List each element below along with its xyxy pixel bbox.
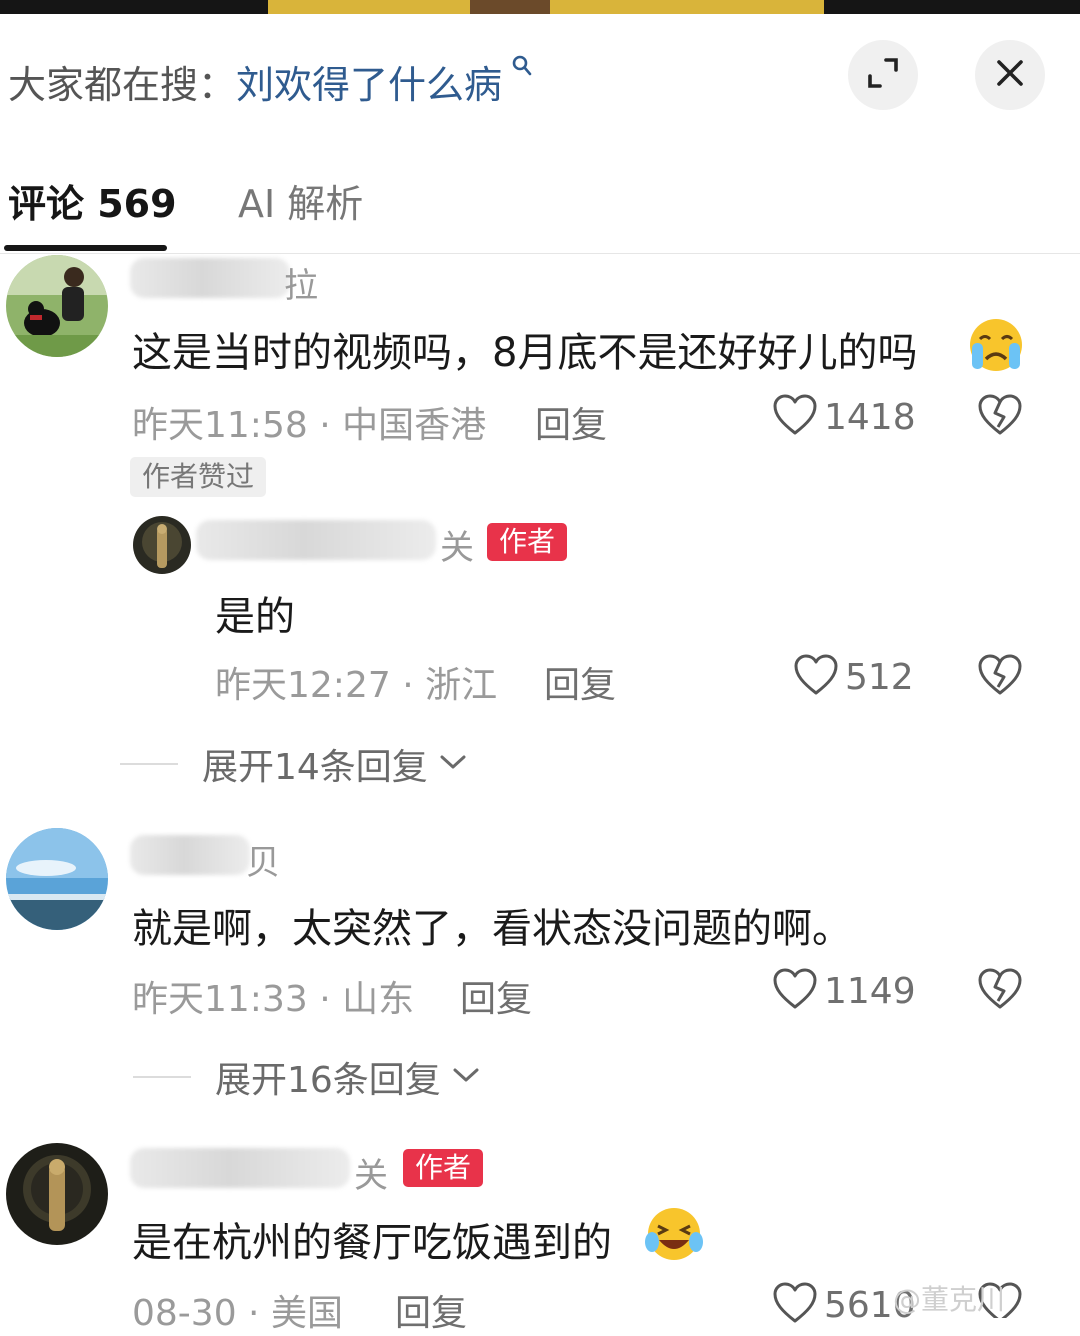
close-button[interactable]: [975, 40, 1045, 110]
search-icon: [504, 55, 533, 86]
author-liked-tag: 作者赞过: [130, 457, 267, 497]
heart-icon: [772, 393, 818, 441]
search-query-link[interactable]: 刘欢得了什么病: [236, 63, 502, 107]
comment-time-location: 昨天11:58 · 中国香港: [132, 405, 487, 446]
reply-text: 是的: [215, 594, 295, 640]
dislike-broken-heart-icon[interactable]: [977, 393, 1023, 441]
comment-time-location: 昨天11:33 · 山东: [132, 979, 415, 1020]
expand-replies-label: 展开16条回复: [215, 1060, 441, 1101]
video-preview-dark: [470, 0, 550, 14]
username-blurred: [130, 258, 290, 298]
tab-active-indicator: [4, 245, 167, 251]
username-tail: 贝: [246, 843, 280, 883]
username-tail: 关: [354, 1156, 388, 1196]
comment-text: 这是当时的视频吗，8月底不是还好好儿的吗: [132, 330, 918, 376]
expand-button[interactable]: [848, 40, 918, 110]
divider-line: [133, 1076, 191, 1078]
username-tail: 关: [440, 528, 474, 568]
like-count: 1149: [824, 970, 916, 1012]
like-button[interactable]: 1149: [772, 967, 916, 1015]
comment-time-location: 08-30 · 美国: [132, 1293, 343, 1334]
comment-text: 是在杭州的餐厅吃饭遇到的: [132, 1220, 612, 1266]
reply-button[interactable]: 回复: [395, 1284, 467, 1336]
divider-line: [120, 763, 178, 765]
like-button[interactable]: 1418: [772, 393, 916, 441]
avatar[interactable]: [6, 828, 108, 930]
username-blurred: [130, 1148, 350, 1188]
watermark-text: @董克川: [893, 1283, 1006, 1316]
expand-replies-button[interactable]: 展开14条回复: [120, 738, 468, 790]
comment-text: 就是啊，太突然了，看状态没问题的啊。: [132, 906, 852, 952]
like-count: 1418: [824, 396, 916, 438]
close-icon: [995, 58, 1025, 92]
reply-button[interactable]: 回复: [535, 396, 607, 448]
username-blurred: [196, 520, 436, 560]
expand-icon: [866, 56, 900, 94]
like-button[interactable]: 512: [793, 653, 914, 701]
chevron-down-icon: [438, 752, 468, 776]
laughing-tears-emoji-icon: [645, 1208, 703, 1260]
author-badge: 作者: [403, 1149, 484, 1187]
reply-button[interactable]: 回复: [460, 970, 532, 1022]
author-badge: 作者: [487, 523, 568, 561]
crying-emoji-icon: [970, 319, 1022, 371]
heart-icon: [772, 967, 818, 1015]
tab-comments[interactable]: 评论 569: [8, 173, 177, 228]
tab-bar: 评论 569 AI 解析: [0, 165, 1080, 254]
dislike-broken-heart-icon[interactable]: [977, 653, 1023, 701]
video-strip: [0, 0, 1080, 14]
reply-button[interactable]: 回复: [544, 656, 616, 708]
search-suggestion[interactable]: 大家都在搜：刘欢得了什么病: [8, 54, 533, 109]
avatar[interactable]: [6, 1143, 108, 1245]
avatar[interactable]: [133, 516, 191, 574]
reply-time-location: 昨天12:27 · 浙江: [215, 665, 498, 706]
avatar[interactable]: [6, 255, 108, 357]
username-blurred: [130, 835, 250, 875]
dislike-broken-heart-icon[interactable]: [977, 967, 1023, 1015]
username-tail: 拉: [284, 266, 318, 306]
expand-replies-label: 展开14条回复: [202, 747, 428, 788]
heart-icon: [793, 653, 839, 701]
chevron-down-icon: [451, 1065, 481, 1089]
expand-replies-button[interactable]: 展开16条回复: [133, 1051, 481, 1103]
tab-ai-analysis[interactable]: AI 解析: [238, 173, 363, 228]
heart-icon: [772, 1281, 818, 1329]
like-count: 512: [845, 656, 914, 698]
search-prefix: 大家都在搜：: [8, 63, 237, 107]
